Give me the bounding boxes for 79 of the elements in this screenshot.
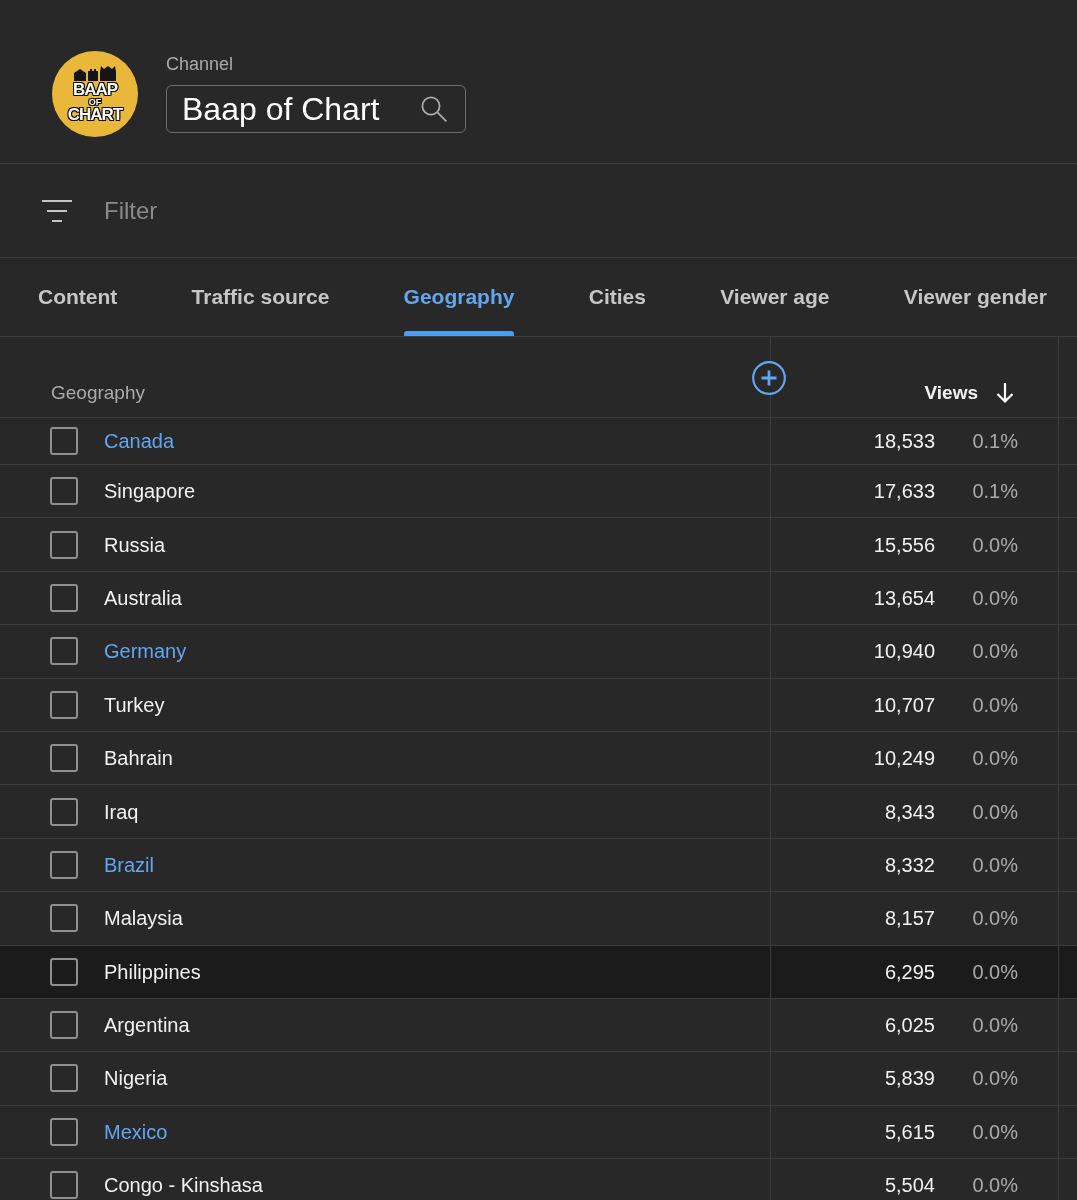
filter-icon[interactable] [42, 199, 72, 222]
share-value: 0.0% [971, 692, 1018, 718]
country-name: Philippines [104, 959, 201, 985]
share-value: 0.0% [971, 532, 1018, 558]
crown-building-icon [72, 65, 118, 81]
channel-search-field[interactable]: Baap of Chart [166, 85, 466, 133]
row-checkbox[interactable] [50, 583, 78, 612]
add-column-icon[interactable] [752, 361, 786, 395]
views-value: 10,940 [873, 639, 935, 665]
logo-text: CHART [67, 106, 123, 123]
views-value: 5,839 [884, 1066, 935, 1092]
row-checkbox[interactable] [50, 1117, 78, 1146]
logo-text: BAAP [72, 81, 118, 98]
row-checkbox[interactable] [50, 850, 78, 879]
tab[interactable]: Traffic source [191, 258, 330, 336]
views-value: 10,249 [873, 746, 935, 772]
share-value: 0.0% [971, 1066, 1018, 1092]
row-checkbox[interactable] [50, 427, 78, 455]
filter-field[interactable]: Filter [104, 190, 1004, 231]
country-link[interactable]: Germany [104, 636, 187, 667]
views-value: 15,556 [873, 532, 935, 558]
views-value: 6,025 [884, 1013, 935, 1039]
share-value: 0.0% [971, 639, 1018, 665]
views-value: 17,633 [873, 479, 935, 505]
row-checkbox[interactable] [50, 690, 78, 719]
views-value: 8,332 [884, 852, 935, 878]
row-checkbox[interactable] [50, 1064, 78, 1093]
tab[interactable]: Viewer gender [903, 258, 1047, 336]
column-header: Geography [51, 383, 145, 403]
country-link[interactable]: Brazil [104, 849, 154, 880]
share-value: 0.1% [971, 479, 1018, 505]
share-value: 0.0% [971, 1119, 1018, 1145]
arrow-down-icon [996, 383, 1014, 403]
tab[interactable]: Geography [403, 258, 515, 336]
tab[interactable]: Viewer age [720, 258, 830, 336]
row-checkbox[interactable] [50, 1171, 78, 1200]
row-checkbox[interactable] [50, 1011, 78, 1040]
row-checkbox[interactable] [50, 957, 78, 986]
row-checkbox[interactable] [50, 797, 78, 826]
channel-label: Channel [166, 53, 235, 75]
tab[interactable]: Cities [588, 258, 646, 336]
country-name: Australia [104, 585, 182, 611]
country-link[interactable]: Canada [104, 426, 175, 456]
column-header[interactable]: Views [924, 383, 1014, 403]
row-checkbox[interactable] [50, 477, 78, 506]
country-name: Singapore [104, 479, 196, 505]
search-icon [421, 96, 447, 122]
share-value: 0.0% [971, 906, 1018, 932]
row-checkbox[interactable] [50, 637, 78, 666]
share-value: 0.0% [971, 852, 1018, 878]
row-checkbox[interactable] [50, 904, 78, 933]
country-name: Russia [104, 532, 166, 558]
views-value: 8,343 [884, 799, 935, 825]
views-value: 10,707 [873, 692, 935, 718]
share-value: 0.0% [971, 585, 1018, 611]
views-value: 8,157 [884, 906, 935, 932]
country-name: Malaysia [104, 906, 183, 932]
country-name: Congo - Kinshasa [104, 1173, 263, 1199]
row-checkbox[interactable] [50, 744, 78, 773]
views-value: 5,504 [884, 1173, 935, 1199]
logo-text: OF [88, 97, 102, 107]
country-name: Bahrain [104, 746, 173, 772]
share-value: 0.0% [971, 959, 1018, 985]
views-value: 18,533 [873, 429, 935, 454]
share-value: 0.0% [971, 1173, 1018, 1199]
share-value: 0.1% [971, 429, 1018, 454]
share-value: 0.0% [971, 746, 1018, 772]
row-checkbox[interactable] [50, 530, 78, 559]
country-name: Argentina [104, 1013, 190, 1039]
country-name: Iraq [104, 799, 139, 825]
share-value: 0.0% [971, 799, 1018, 825]
country-name: Nigeria [104, 1066, 168, 1092]
views-value: 13,654 [873, 585, 935, 611]
share-value: 0.0% [971, 1013, 1018, 1039]
country-link[interactable]: Mexico [104, 1116, 168, 1147]
views-value: 5,615 [884, 1119, 935, 1145]
tab[interactable]: Content [38, 258, 118, 336]
country-name: Turkey [104, 692, 165, 718]
views-value: 6,295 [884, 959, 935, 985]
